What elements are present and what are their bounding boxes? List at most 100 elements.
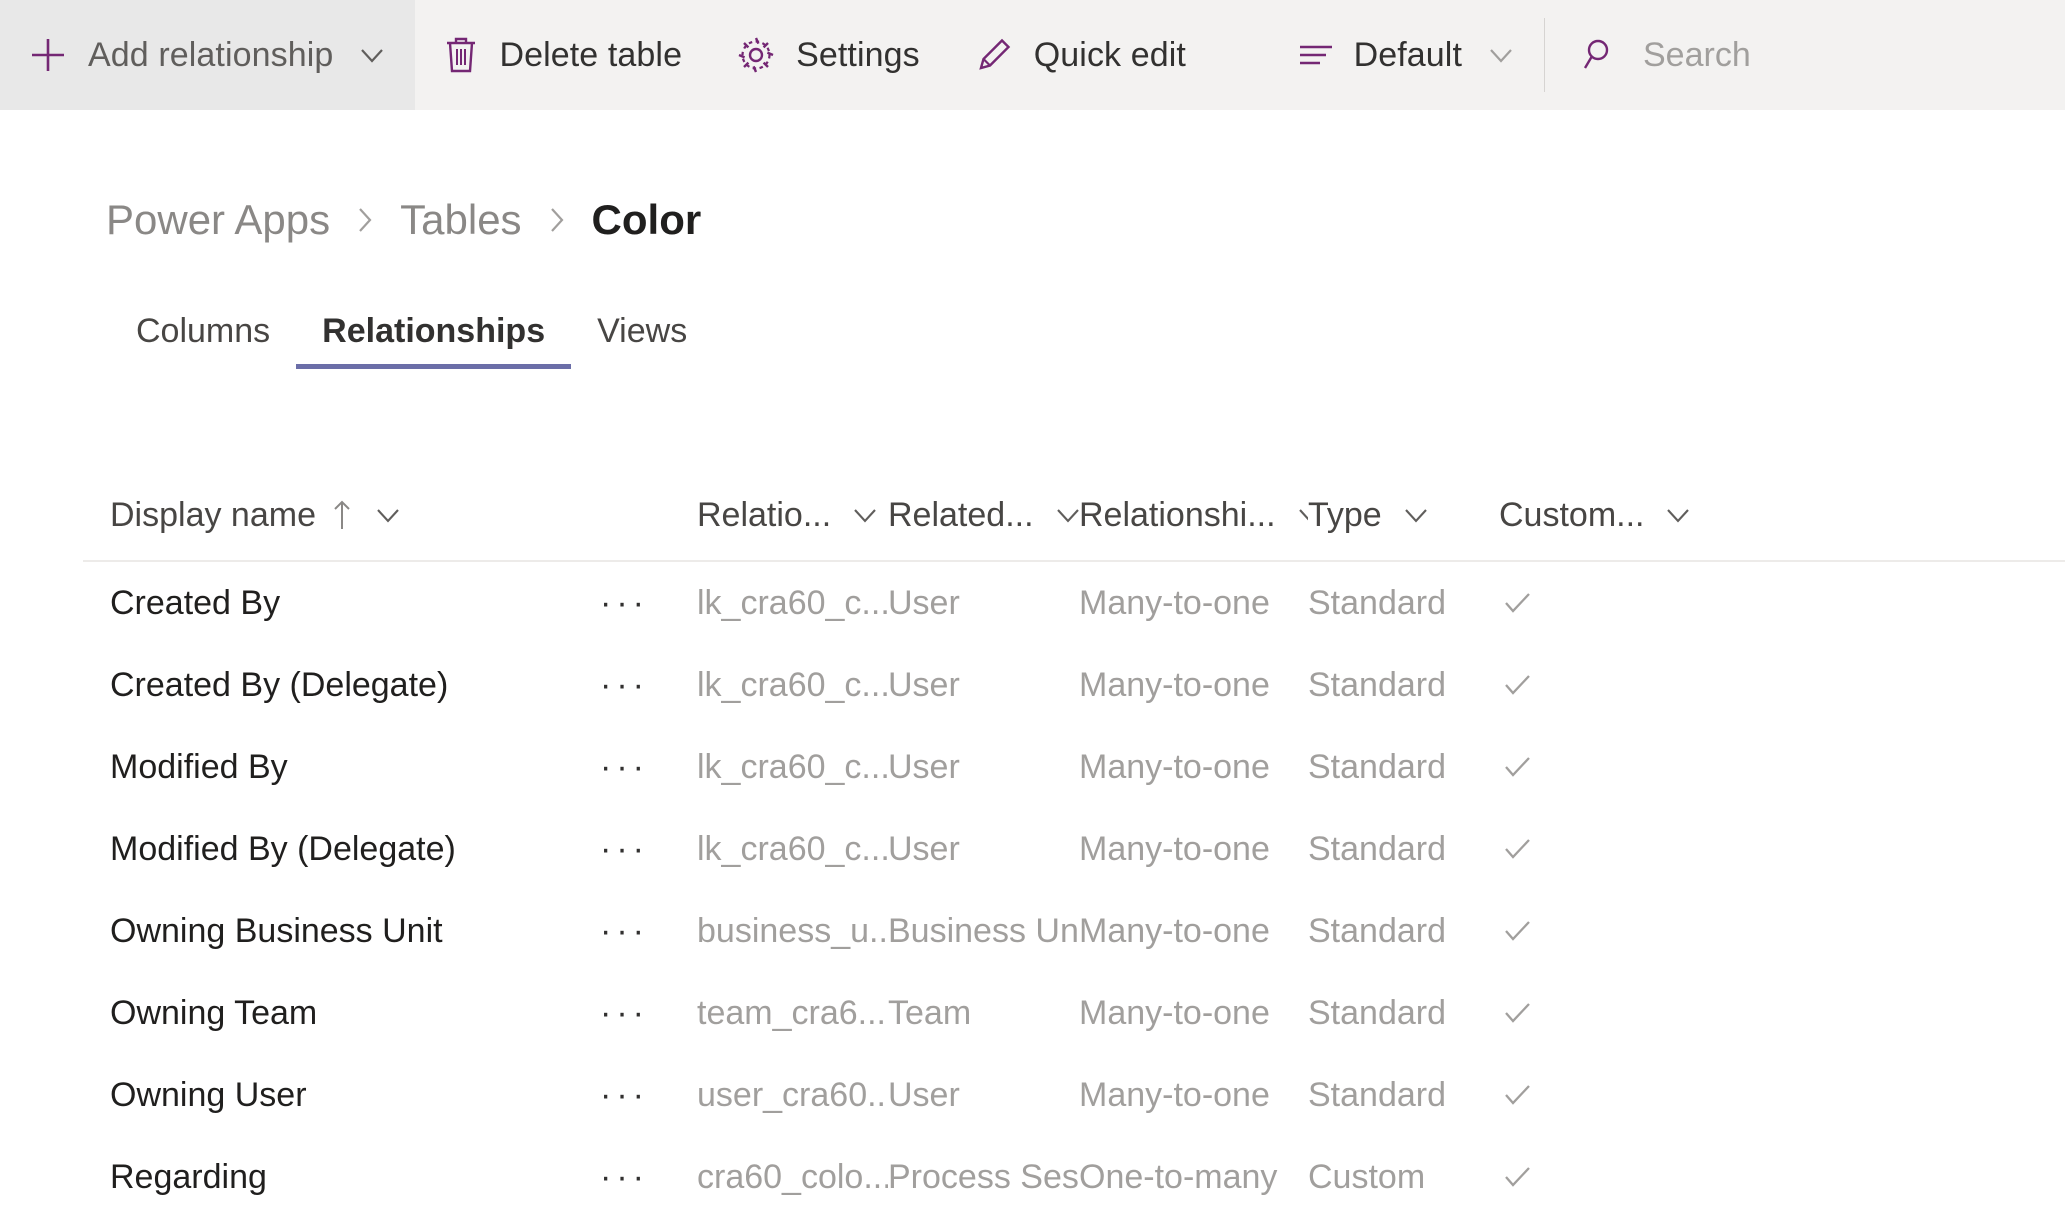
- cell-display-name: Owning User: [110, 1075, 307, 1114]
- more-options-icon[interactable]: ···: [600, 750, 649, 784]
- column-header-related-table[interactable]: Related...: [888, 496, 1079, 535]
- checkmark-icon: [1499, 1159, 1535, 1195]
- column-header-related-table-label: Related...: [888, 495, 1034, 534]
- plus-icon: [26, 33, 70, 77]
- cell-custom: [1499, 831, 1689, 867]
- chevron-down-icon[interactable]: [1484, 38, 1518, 72]
- row-overflow-menu[interactable]: ···: [600, 668, 697, 702]
- column-header-display-name-label: Display name: [110, 495, 316, 534]
- more-options-icon[interactable]: ···: [600, 832, 649, 866]
- more-options-icon[interactable]: ···: [600, 914, 649, 948]
- table-row[interactable]: Regarding ··· cra60_colo... Process Sess…: [0, 1136, 2065, 1218]
- cell-custom: [1499, 995, 1689, 1031]
- cell-type: Standard: [1308, 829, 1446, 868]
- cell-display-name: Owning Business Unit: [110, 911, 443, 950]
- cell-custom: [1499, 1077, 1689, 1113]
- chevron-down-icon[interactable]: [1400, 499, 1432, 531]
- cell-type: Standard: [1308, 993, 1446, 1032]
- column-header-display-name[interactable]: Display name: [110, 496, 600, 535]
- table-row[interactable]: Created By ··· lk_cra60_c... User Many-t…: [0, 562, 2065, 644]
- cell-type: Standard: [1308, 1075, 1446, 1114]
- chevron-down-icon[interactable]: [355, 38, 389, 72]
- row-overflow-menu[interactable]: ···: [600, 996, 697, 1030]
- grid-body: Created By ··· lk_cra60_c... User Many-t…: [0, 562, 2065, 1218]
- checkmark-icon: [1499, 585, 1535, 621]
- table-row[interactable]: Modified By ··· lk_cra60_c... User Many-…: [0, 726, 2065, 808]
- chevron-down-icon[interactable]: [849, 499, 881, 531]
- cell-relationship-name: lk_cra60_c...: [697, 583, 888, 622]
- cell-relationship-name: lk_cra60_c...: [697, 747, 888, 786]
- cell-relationship-type: Many-to-one: [1079, 993, 1270, 1032]
- cell-custom: [1499, 749, 1689, 785]
- chevron-down-icon[interactable]: [372, 499, 404, 531]
- row-overflow-menu[interactable]: ···: [600, 750, 697, 784]
- row-overflow-menu[interactable]: ···: [600, 832, 697, 866]
- more-options-icon[interactable]: ···: [600, 1078, 649, 1112]
- cell-related-table: User: [888, 583, 960, 622]
- cell-type: Custom: [1308, 1157, 1426, 1196]
- chevron-right-icon: [352, 201, 378, 239]
- cell-display-name: Modified By (Delegate): [110, 829, 456, 868]
- tab-relationships[interactable]: Relationships: [296, 312, 572, 369]
- table-row[interactable]: Created By (Delegate) ··· lk_cra60_c... …: [0, 644, 2065, 726]
- more-options-icon[interactable]: ···: [600, 586, 649, 620]
- trash-icon: [441, 33, 481, 77]
- more-options-icon[interactable]: ···: [600, 1160, 649, 1194]
- delete-table-button[interactable]: Delete table: [415, 0, 708, 110]
- chevron-down-icon[interactable]: [1294, 499, 1308, 531]
- checkmark-icon: [1499, 667, 1535, 703]
- table-row[interactable]: Modified By (Delegate) ··· lk_cra60_c...…: [0, 808, 2065, 890]
- checkmark-icon: [1499, 749, 1535, 785]
- table-row[interactable]: Owning Team ··· team_cra6... Team Many-t…: [0, 972, 2065, 1054]
- table-row[interactable]: Owning Business Unit ··· business_u... B…: [0, 890, 2065, 972]
- cell-custom: [1499, 913, 1689, 949]
- column-header-type[interactable]: Type: [1308, 496, 1499, 535]
- cell-relationship-name: cra60_colo...: [697, 1157, 888, 1196]
- cell-relationship-type: One-to-many: [1079, 1157, 1278, 1196]
- cell-relationship-type: Many-to-one: [1079, 1075, 1270, 1114]
- breadcrumb-item-power-apps[interactable]: Power Apps: [106, 196, 330, 244]
- row-overflow-menu[interactable]: ···: [600, 1078, 697, 1112]
- more-options-icon[interactable]: ···: [600, 668, 649, 702]
- checkmark-icon: [1499, 995, 1535, 1031]
- quick-edit-button[interactable]: Quick edit: [946, 0, 1212, 110]
- cell-relationship-name: lk_cra60_c...: [697, 829, 888, 868]
- row-overflow-menu[interactable]: ···: [600, 586, 697, 620]
- tab-list: Columns Relationships Views: [110, 312, 713, 369]
- tab-columns[interactable]: Columns: [110, 312, 296, 369]
- gear-icon: [734, 33, 778, 77]
- column-header-relationship-type-label: Relationshi...: [1079, 495, 1276, 534]
- command-bar-spacer: [1212, 0, 1270, 110]
- column-header-relationship-type[interactable]: Relationshi...: [1079, 496, 1308, 535]
- chevron-down-icon[interactable]: [1052, 499, 1079, 531]
- column-header-relationship-name[interactable]: Relatio...: [697, 496, 888, 535]
- tab-views[interactable]: Views: [571, 312, 713, 369]
- chevron-down-icon[interactable]: [1662, 499, 1689, 531]
- cell-type: Standard: [1308, 911, 1446, 950]
- cell-custom: [1499, 585, 1689, 621]
- search-icon: [1581, 35, 1621, 75]
- cell-relationship-name: lk_cra60_c...: [697, 665, 888, 704]
- add-relationship-button[interactable]: Add relationship: [0, 0, 416, 110]
- cell-display-name: Created By: [110, 583, 281, 622]
- cell-display-name: Owning Team: [110, 993, 318, 1032]
- cell-relationship-type: Many-to-one: [1079, 747, 1270, 786]
- breadcrumb-item-tables[interactable]: Tables: [400, 196, 521, 244]
- view-selector-button[interactable]: Default: [1270, 0, 1544, 110]
- cell-related-table: Process Sessi: [888, 1157, 1079, 1196]
- quick-edit-label: Quick edit: [1033, 35, 1186, 74]
- row-overflow-menu[interactable]: ···: [600, 914, 697, 948]
- pencil-icon: [972, 33, 1016, 77]
- column-header-custom[interactable]: Custom...: [1499, 496, 1689, 535]
- settings-button[interactable]: Settings: [708, 0, 946, 110]
- column-header-type-label: Type: [1308, 495, 1382, 534]
- view-selector-label: Default: [1353, 35, 1462, 74]
- search-box[interactable]: Search: [1545, 0, 2065, 110]
- more-options-icon[interactable]: ···: [600, 996, 649, 1030]
- search-input[interactable]: Search: [1643, 36, 1751, 75]
- cell-related-table: User: [888, 747, 960, 786]
- table-row[interactable]: Owning User ··· user_cra60... User Many-…: [0, 1054, 2065, 1136]
- cell-custom: [1499, 667, 1689, 703]
- view-list-icon: [1296, 40, 1336, 70]
- row-overflow-menu[interactable]: ···: [600, 1160, 697, 1194]
